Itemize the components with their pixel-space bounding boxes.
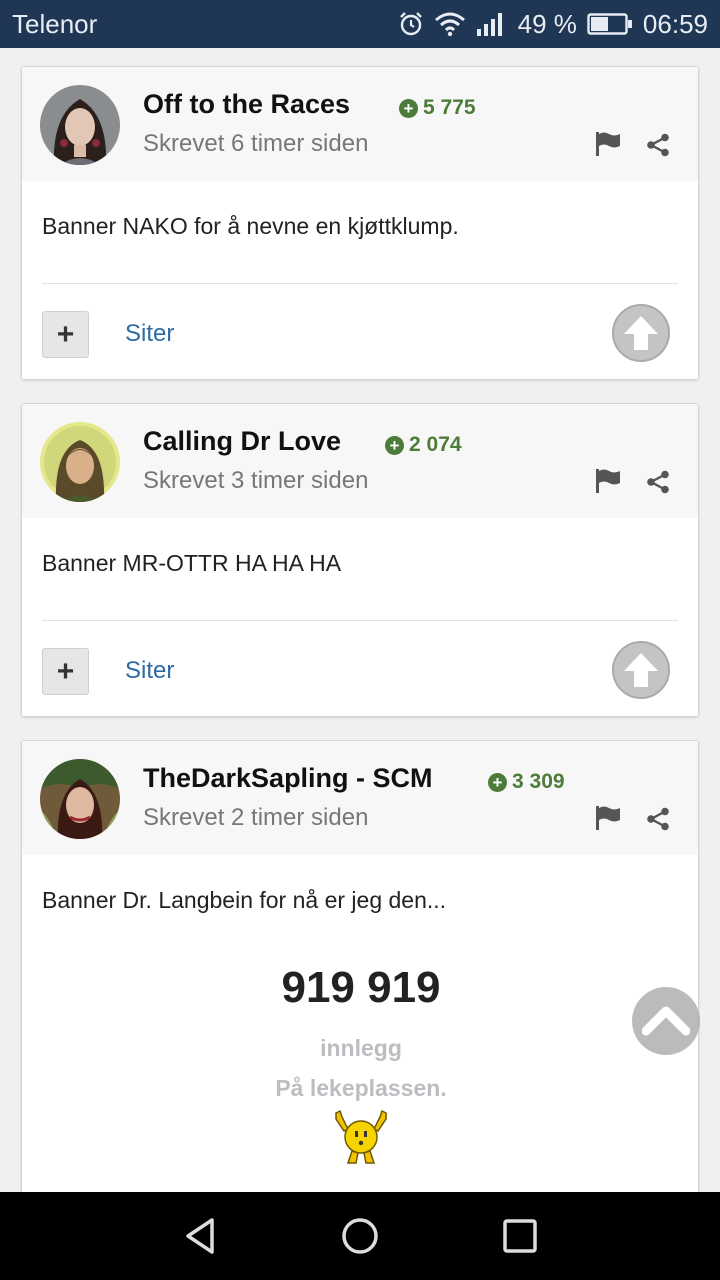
post-timestamp[interactable]: Skrevet 3 timer siden [143,467,368,495]
divider [42,620,678,621]
plus-circle-icon: + [385,435,404,455]
reputation-count: 3 309 [512,770,565,793]
author-name[interactable]: Off to the Races [143,89,350,120]
reputation-badge: + 3 309 [488,770,565,794]
carrier-name: Telenor [12,8,98,39]
share-icon[interactable] [646,807,670,831]
signature-line: På lekeplassen. [275,1075,447,1101]
battery-icon [587,12,633,36]
system-nav-bar [0,1192,720,1280]
clock: 06:59 [642,8,708,39]
post-card: Calling Dr Love + 2 074 Skrevet 3 timer … [21,403,699,717]
plus-circle-icon: + [399,98,418,118]
post-card: Off to the Races + 5 775 Skrevet 6 timer… [21,66,699,380]
avatar[interactable] [40,422,120,502]
multiquote-button[interactable]: + [42,311,89,358]
signal-icon [476,11,508,37]
post-body: Banner MR-OTTR HA HA HA [42,550,342,576]
alarm-icon [398,11,424,37]
multiquote-button[interactable]: + [42,648,89,695]
wifi-icon [434,11,466,37]
report-flag-icon[interactable] [594,131,622,157]
avatar[interactable] [40,759,120,839]
reputation-badge: + 2 074 [385,433,462,457]
recent-apps-icon[interactable] [496,1212,544,1260]
post-timestamp[interactable]: Skrevet 2 timer siden [143,804,368,832]
report-flag-icon[interactable] [594,468,622,494]
post-card: TheDarkSapling - SCM + 3 309 Skrevet 2 t… [21,740,699,1192]
reputation-count: 5 775 [423,96,476,119]
battery-percent: 49 % [517,8,577,39]
signature-line: innlegg [320,1035,402,1061]
quote-link[interactable]: Siter [125,657,174,685]
status-bar: Telenor 49 % 06:59 [0,0,720,48]
upvote-button[interactable] [612,304,670,362]
upvote-button[interactable] [612,641,670,699]
author-name[interactable]: TheDarkSapling - SCM [143,763,433,794]
report-flag-icon[interactable] [594,805,622,831]
share-icon[interactable] [646,470,670,494]
arrow-up-icon [624,653,658,687]
plus-circle-icon: + [488,772,507,792]
signature-post-count: 919 919 [281,963,441,1012]
chevron-up-icon [642,1006,690,1036]
quote-link[interactable]: Siter [125,320,174,348]
reputation-count: 2 074 [409,433,462,456]
back-icon[interactable] [176,1212,224,1260]
smiley-icon [328,1109,394,1167]
post-body: Banner NAKO for å nevne en kjøttklump. [42,213,459,239]
home-icon[interactable] [336,1212,384,1260]
post-body: Banner Dr. Langbein for nå er jeg den... [42,887,447,913]
avatar[interactable] [40,85,120,165]
status-icons: 49 % 06:59 [398,9,708,40]
author-name[interactable]: Calling Dr Love [143,426,341,457]
reputation-badge: + 5 775 [399,96,476,120]
post-header: Off to the Races + 5 775 Skrevet 6 timer… [22,67,698,181]
post-header: TheDarkSapling - SCM + 3 309 Skrevet 2 t… [22,741,698,855]
topic-content: Off to the Races + 5 775 Skrevet 6 timer… [0,48,720,1192]
post-header: Calling Dr Love + 2 074 Skrevet 3 timer … [22,404,698,518]
arrow-up-icon [624,316,658,350]
post-timestamp[interactable]: Skrevet 6 timer siden [143,130,368,158]
divider [42,283,678,284]
share-icon[interactable] [646,133,670,157]
scroll-to-top-button[interactable] [632,987,700,1055]
